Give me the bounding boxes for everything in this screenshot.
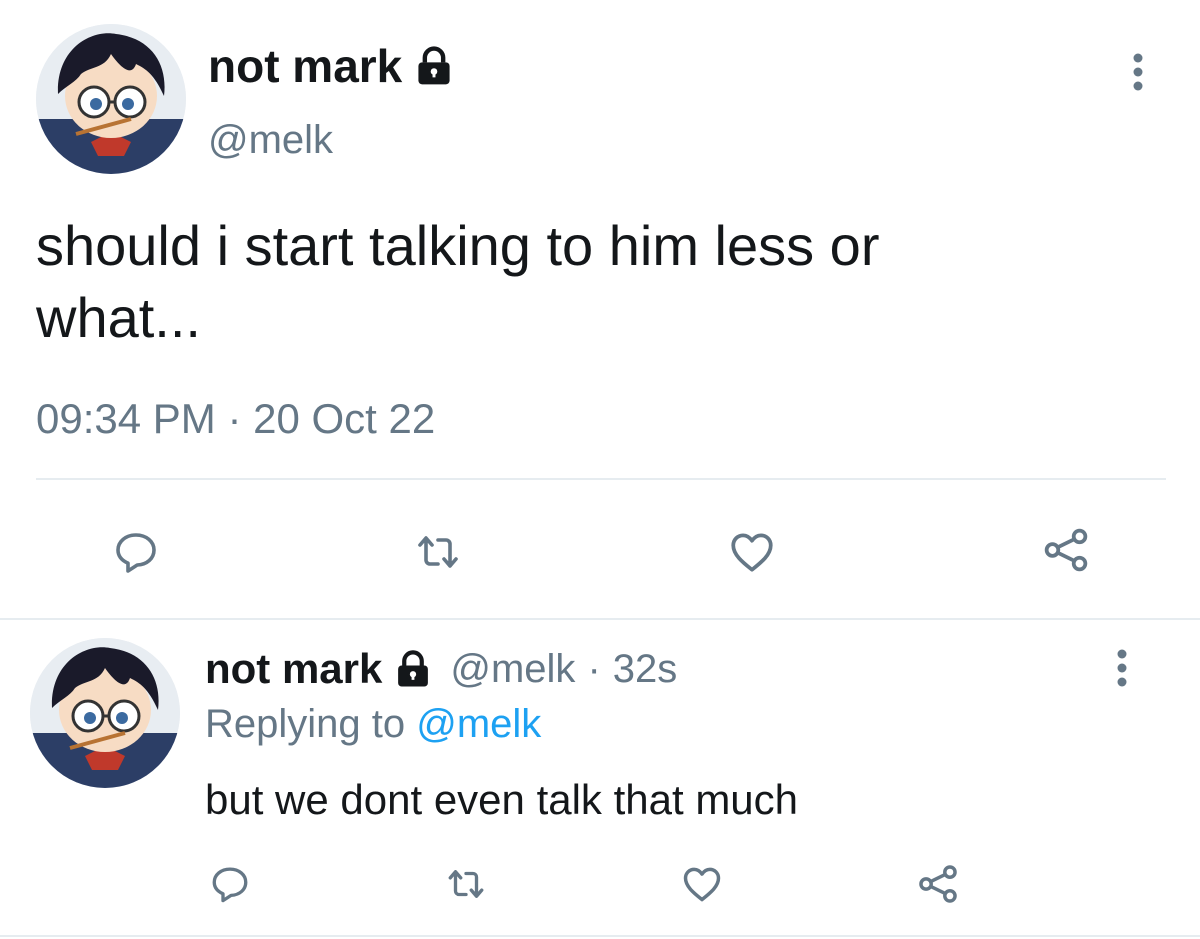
avatar-image [30, 638, 180, 788]
more-vertical-icon[interactable] [1104, 648, 1140, 688]
retweet-icon[interactable] [438, 856, 494, 912]
replying-handle-link[interactable]: @melk [416, 702, 541, 746]
reply-header: not mark @melk · 32s [205, 642, 677, 696]
share-icon[interactable] [1034, 518, 1098, 582]
author-handle[interactable]: @melk [208, 118, 333, 163]
avatar-image [36, 24, 186, 174]
heart-icon[interactable] [720, 520, 784, 584]
replying-to: Replying to @melk [205, 702, 541, 747]
retweet-icon[interactable] [406, 520, 470, 584]
share-icon[interactable] [910, 856, 966, 912]
tweet-text-line: should i start talking to him less or [36, 214, 880, 277]
reply-author-avatar[interactable] [30, 638, 180, 788]
reply-icon[interactable] [202, 856, 258, 912]
reply-text: but we dont even talk that much [205, 776, 799, 823]
display-name: not mark [208, 40, 403, 92]
reply-icon[interactable] [104, 520, 168, 584]
tweet-timestamp[interactable]: 09:34 PM · 20 Oct 22 [36, 395, 435, 443]
tweet-text-line: what... [36, 286, 201, 349]
divider [0, 935, 1200, 937]
divider [36, 478, 1166, 480]
replying-prefix: Replying to [205, 702, 406, 746]
reply-display-name[interactable]: not mark [205, 645, 382, 693]
tweet-text: should i start talking to him less or wh… [36, 210, 879, 354]
meta-separator: · [587, 646, 601, 691]
more-vertical-icon[interactable] [1120, 52, 1156, 92]
divider [0, 618, 1200, 620]
reply-age: 32s [612, 646, 678, 691]
reply-handle[interactable]: @melk [450, 647, 575, 692]
author-name[interactable]: not mark [208, 40, 456, 92]
lock-icon [392, 648, 434, 690]
lock-icon [412, 44, 456, 88]
heart-icon[interactable] [674, 856, 730, 912]
author-avatar[interactable] [36, 24, 186, 174]
